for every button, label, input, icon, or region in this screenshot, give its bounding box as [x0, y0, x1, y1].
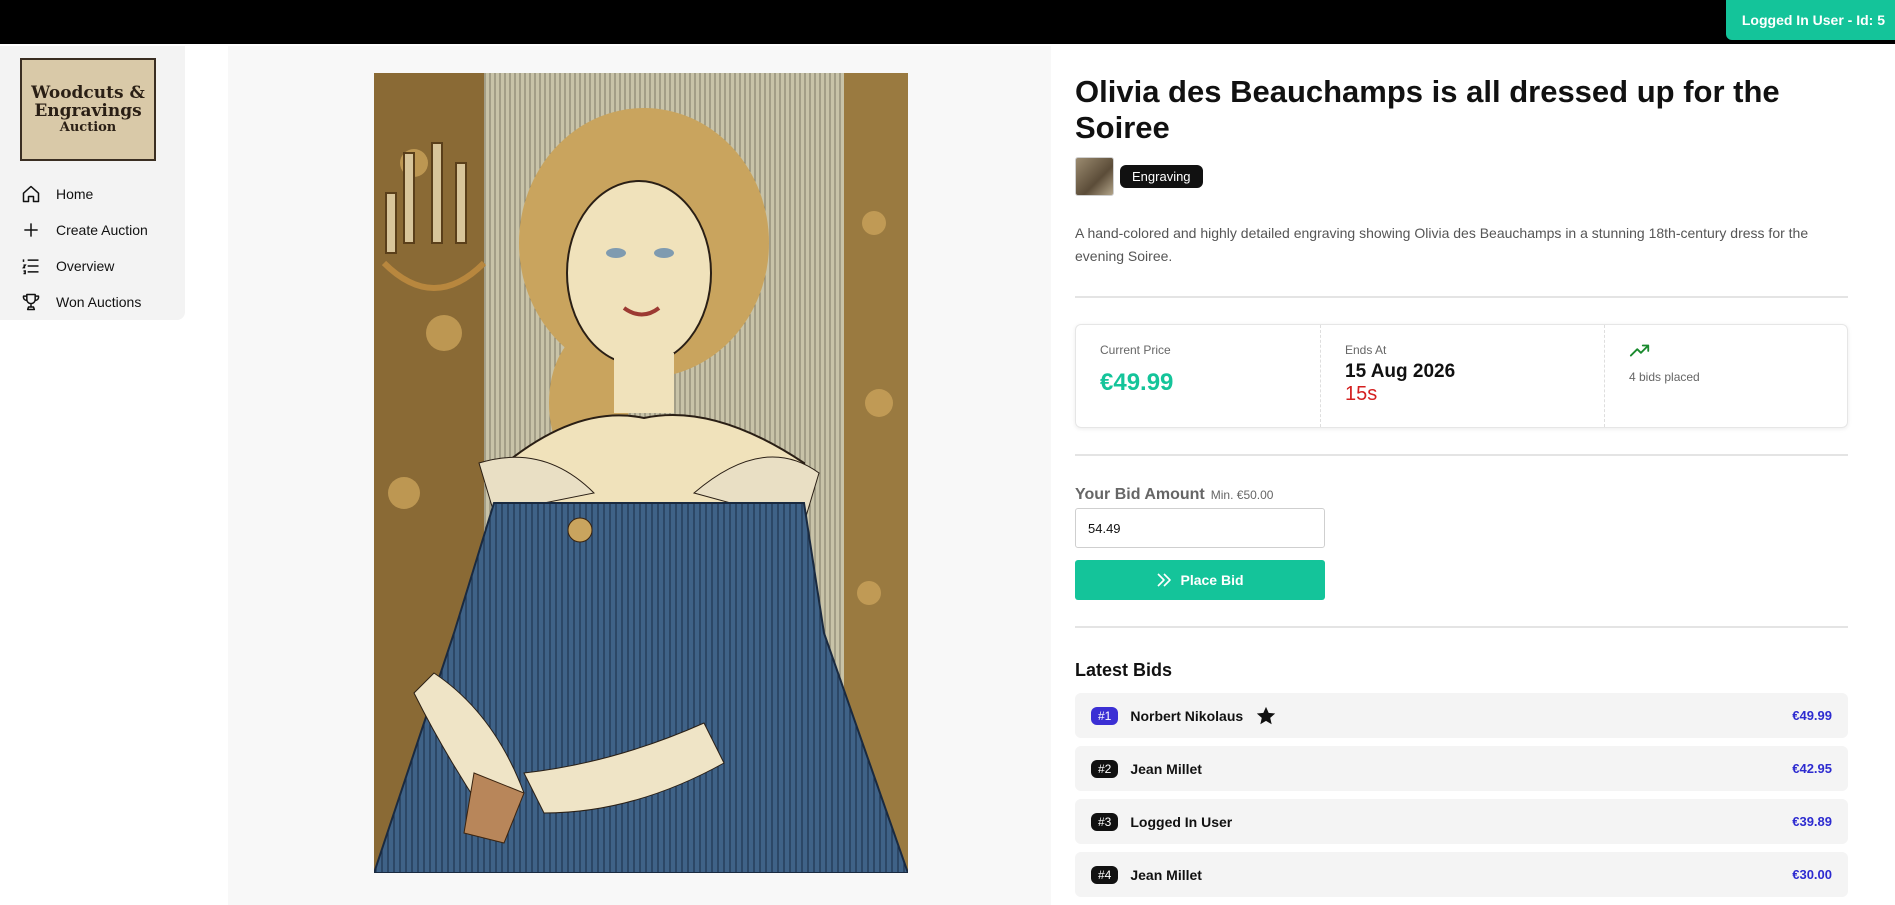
- bid-row: #3 Logged In User €39.89: [1075, 799, 1848, 845]
- sidebar-item-label: Overview: [56, 258, 115, 274]
- sidebar-item-create-auction[interactable]: Create Auction: [20, 212, 180, 248]
- current-price-stat: Current Price €49.99: [1076, 325, 1321, 428]
- top-bar: Logged In User - Id: 5: [0, 0, 1895, 44]
- auction-detail: Olivia des Beauchamps is all dressed up …: [1075, 46, 1848, 905]
- countdown-timer: 15s: [1345, 383, 1378, 406]
- sidebar-item-label: Home: [56, 186, 94, 202]
- place-bid-label: Place Bid: [1180, 572, 1244, 589]
- auction-stats: Current Price €49.99 Ends At 15 Aug 2026…: [1075, 324, 1848, 429]
- divider: [1075, 454, 1848, 457]
- sidebar-item-overview[interactable]: Overview: [20, 248, 180, 284]
- auction-meta: Engraving: [1075, 157, 1848, 197]
- artwork-panel: [228, 46, 1051, 905]
- bidder-name: Norbert Nikolaus: [1130, 707, 1244, 724]
- category-badge: Engraving: [1120, 165, 1203, 189]
- star-icon: [1255, 705, 1277, 727]
- logo-line-1: Woodcuts &: [31, 82, 145, 103]
- bid-amount: €49.99: [1792, 708, 1832, 724]
- bid-amount: €42.95: [1792, 761, 1832, 777]
- ends-at-date: 15 Aug 2026: [1345, 361, 1456, 383]
- divider: [1075, 296, 1848, 299]
- bid-rank: #3: [1091, 812, 1119, 831]
- sidebar-item-label: Won Auctions: [56, 294, 142, 310]
- bid-amount-label-row: Your Bid Amount Min. €50.00: [1075, 486, 1848, 504]
- sidebar-item-home[interactable]: Home: [20, 176, 180, 212]
- logo-line-3: Auction: [59, 119, 117, 135]
- logo-line-2: Engravings: [34, 100, 142, 121]
- trending-up-icon: [1629, 343, 1651, 359]
- bid-rank: #4: [1091, 865, 1119, 884]
- artwork-thumbnail[interactable]: [1075, 157, 1114, 197]
- bid-amount: €39.89: [1792, 814, 1832, 830]
- ends-at-stat: Ends At 15 Aug 2026 15s: [1321, 325, 1605, 428]
- bidder-name: Jean Millet: [1130, 760, 1202, 777]
- auction-description: A hand-colored and highly detailed engra…: [1075, 225, 1809, 265]
- user-badge[interactable]: Logged In User - Id: 5: [1725, 0, 1895, 40]
- divider: [1075, 626, 1848, 629]
- current-price-label: Current Price: [1100, 343, 1171, 358]
- bid-amount-input[interactable]: [1075, 508, 1325, 549]
- bid-row: #1 Norbert Nikolaus €49.99: [1075, 693, 1848, 739]
- bid-row: #4 Jean Millet €30.00: [1075, 852, 1848, 898]
- bid-amount-label: Your Bid Amount: [1075, 486, 1205, 504]
- sidebar-item-label: Create Auction: [56, 222, 148, 238]
- bid-rank: #1: [1091, 706, 1119, 725]
- sidebar-nav: Home Create Auction Overview Won Auction…: [20, 176, 180, 320]
- bids-count-stat: 4 bids placed: [1605, 325, 1847, 427]
- latest-bids-title: Latest Bids: [1075, 660, 1173, 681]
- latest-bids-list: #1 Norbert Nikolaus €49.99 #2 Jean Mille…: [1075, 693, 1848, 898]
- artwork-image[interactable]: [374, 73, 908, 873]
- auction-title: Olivia des Beauchamps is all dressed up …: [1075, 74, 1780, 145]
- site-logo[interactable]: Woodcuts & Engravings Auction: [20, 58, 156, 161]
- trophy-icon: [20, 291, 42, 313]
- plus-icon: [20, 219, 42, 241]
- ends-at-label: Ends At: [1345, 343, 1387, 358]
- sidebar-item-won-auctions[interactable]: Won Auctions: [20, 284, 180, 320]
- list-icon: [20, 255, 42, 277]
- bid-amount: €30.00: [1792, 867, 1832, 883]
- place-bid-button[interactable]: Place Bid: [1075, 560, 1325, 601]
- double-chevron-right-icon: [1156, 572, 1174, 588]
- bid-minimum: Min. €50.00: [1210, 488, 1274, 503]
- bid-rank: #2: [1091, 759, 1119, 778]
- sidebar: Woodcuts & Engravings Auction Home Creat…: [0, 46, 185, 320]
- home-icon: [20, 183, 42, 205]
- current-price-value: €49.99: [1100, 369, 1174, 397]
- bid-row: #2 Jean Millet €42.95: [1075, 746, 1848, 792]
- bids-placed-count: 4 bids placed: [1629, 370, 1700, 385]
- bidder-name: Logged In User: [1130, 813, 1233, 830]
- bidder-name: Jean Millet: [1130, 866, 1202, 883]
